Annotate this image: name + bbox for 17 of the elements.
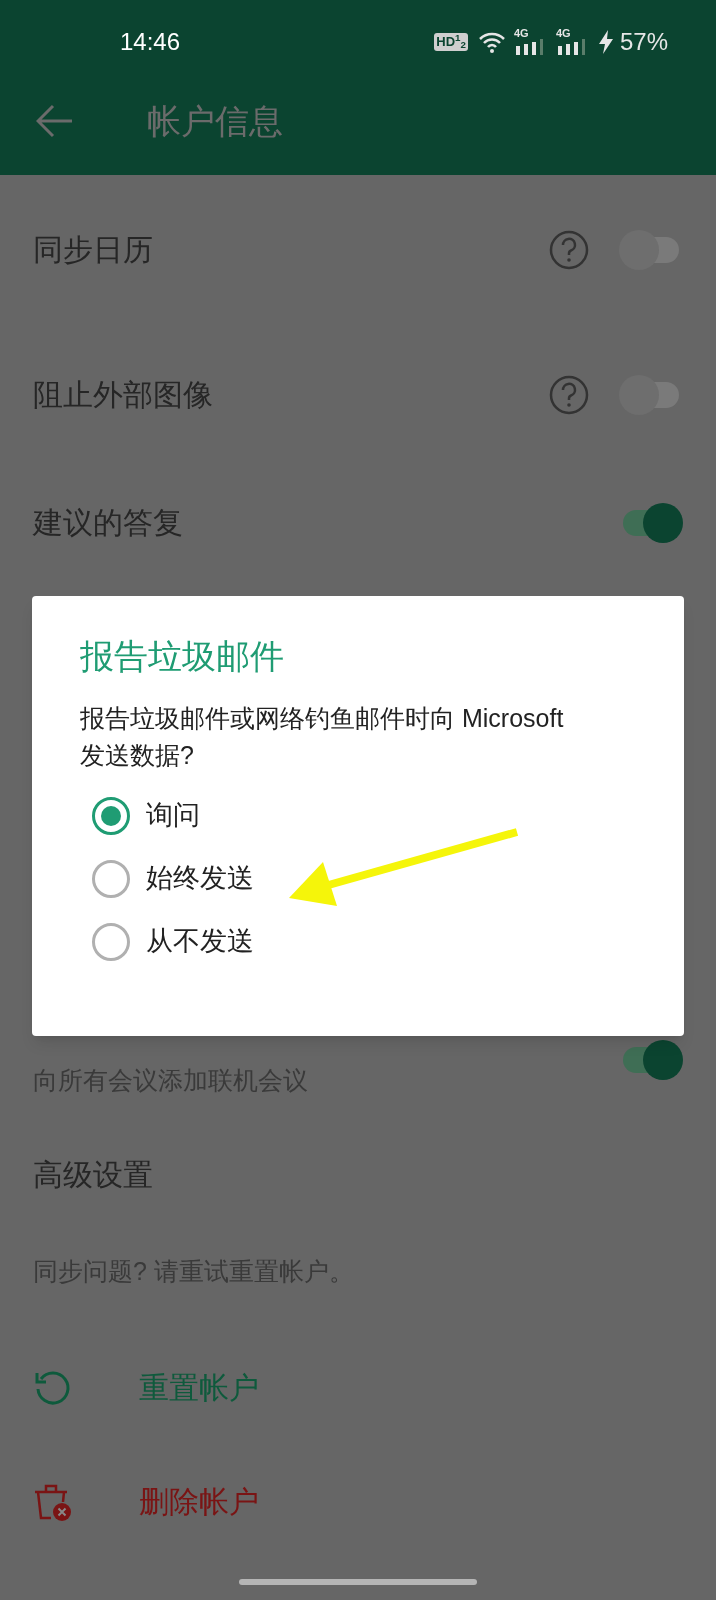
setting-title: 建议的答复 <box>33 504 184 541</box>
wifi-icon <box>477 31 506 53</box>
setting-title: 同步日历 <box>33 232 154 268</box>
battery-percent: 57% <box>619 27 668 57</box>
page-title: 帐户信息 <box>147 100 283 142</box>
radio-option[interactable]: 从不发送 <box>80 910 636 973</box>
radio-option[interactable]: 询问 <box>80 784 636 847</box>
charging-bolt-icon <box>597 30 614 54</box>
back-arrow-icon[interactable] <box>36 104 74 138</box>
help-icon[interactable] <box>549 375 589 415</box>
status-time: 14:46 <box>120 27 181 57</box>
dialog-title: 报告垃圾邮件 <box>80 636 285 677</box>
setting-title: 阻止外部图像 <box>33 377 214 413</box>
dialog-message: 报告垃圾邮件或网络钓鱼邮件时向 Microsoft 发送数据? <box>80 703 565 771</box>
radio-option[interactable]: 始终发送 <box>80 847 636 910</box>
help-icon[interactable] <box>549 230 589 270</box>
section-heading: 高级设置 <box>33 1157 154 1193</box>
